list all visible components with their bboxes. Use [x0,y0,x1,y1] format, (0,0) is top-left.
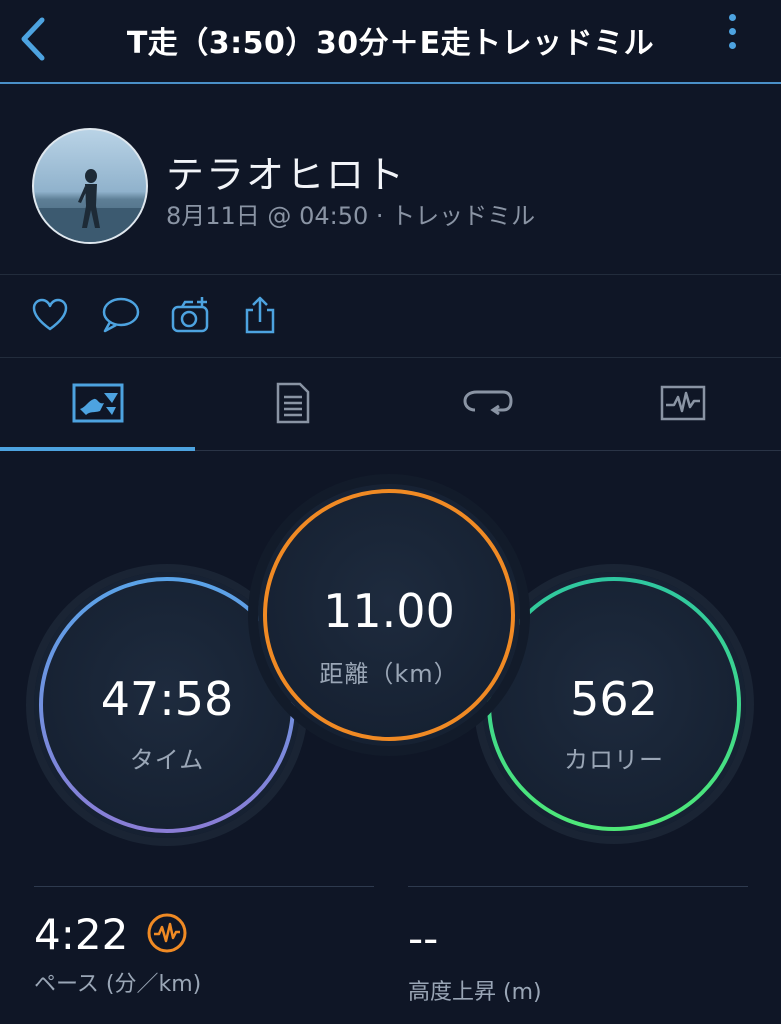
more-vertical-icon[interactable] [725,14,739,62]
comment-icon[interactable] [100,295,140,335]
tab-map[interactable] [0,358,195,448]
pace-wave-icon[interactable] [146,912,188,954]
pace-label: ペース (分／km) [34,972,202,997]
elevation-label: 高度上昇 (m) [408,980,542,1005]
page-title: T走（3:50）30分＋E走トレッドミル [126,26,655,61]
user-name[interactable]: テラオヒロト [166,144,406,199]
tab-stats[interactable] [585,358,780,448]
tab-details[interactable] [195,358,390,448]
elevation-value: -- [408,914,439,963]
details-icon [276,382,309,424]
stats-chart-icon [660,385,705,421]
summary-circles: 47:58 タイム 562 カロリー 11.00 距離（km） [0,450,781,870]
pace-value: 4:22 [34,910,129,959]
add-photo-icon[interactable] [170,295,210,335]
heart-icon[interactable] [30,295,70,335]
activity-meta: 8月11日 @ 04:50 · トレッドミル [166,202,536,230]
activity-tabs [0,358,781,451]
map-icon [72,383,123,423]
navigation-bar: T走（3:50）30分＋E走トレッドミル [0,0,781,84]
distance-ring: 11.00 距離（km） [258,484,520,746]
divider [34,886,374,887]
pace-stat: 4:22 ペース (分／km) [34,886,374,1016]
share-icon[interactable] [240,295,280,335]
person-silhouette-icon [34,169,146,242]
laps-icon [462,390,513,416]
distance-value: 11.00 [323,584,455,638]
activity-header: テラオヒロト 8月11日 @ 04:50 · トレッドミル [0,84,781,275]
avatar[interactable] [32,128,148,244]
elevation-stat: -- 高度上昇 (m) [408,886,748,1016]
divider [408,886,748,887]
distance-label: 距離（km） [319,660,459,688]
calories-value: 562 [570,672,658,726]
calories-label: カロリー [564,746,664,774]
chevron-left-icon[interactable] [16,16,50,62]
social-actions [0,275,781,358]
calories-ring: 562 カロリー [482,572,746,836]
tab-laps[interactable] [390,358,585,448]
